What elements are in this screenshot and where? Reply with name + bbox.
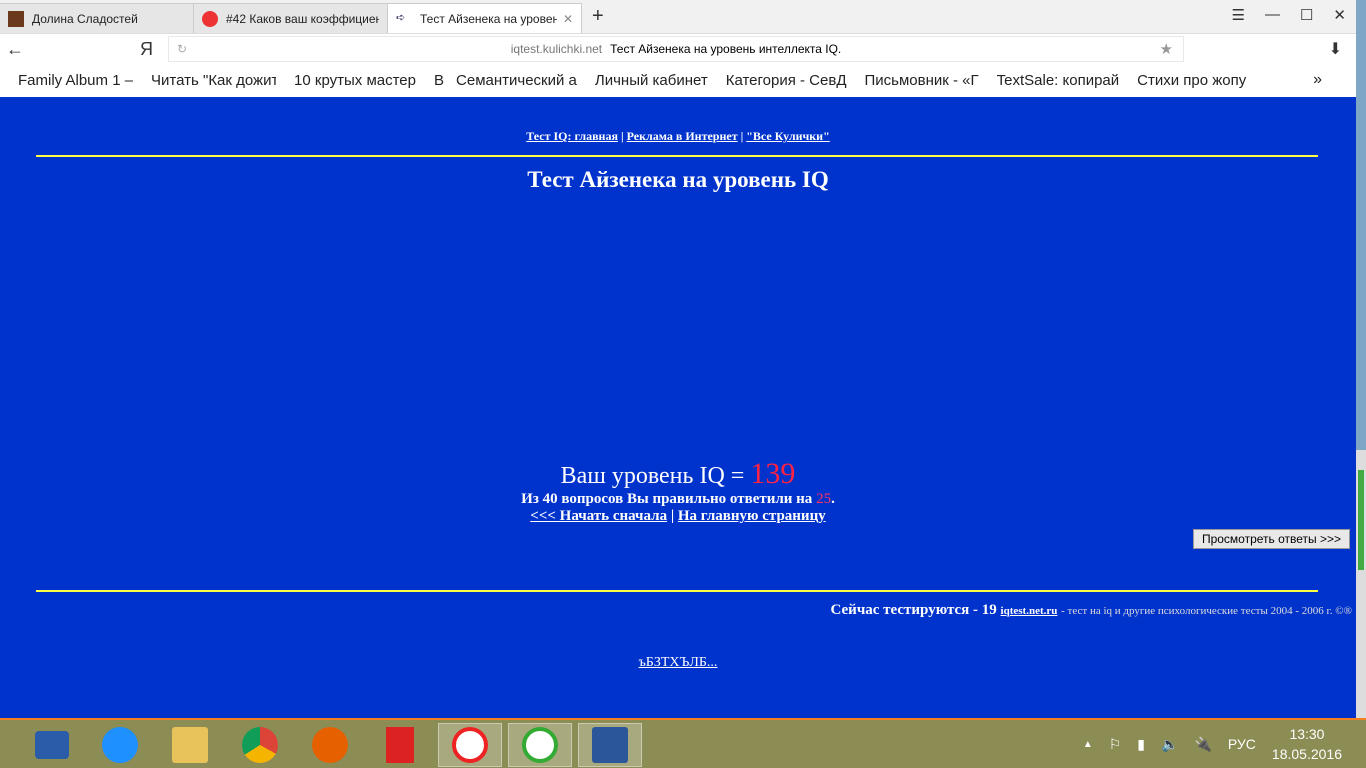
url-title: Тест Айзенека на уровень интеллекта IQ. [610,42,842,56]
time: 13:30 [1289,726,1325,742]
separator: | [740,129,744,143]
score-value: 25 [816,491,832,507]
tab-title: #42 Каков ваш коэффициент [226,11,379,26]
more-bookmarks-icon[interactable]: » [1313,71,1322,89]
iq-label: Ваш уровень IQ = [560,463,745,489]
taskbar-ie[interactable] [88,723,152,767]
kaspersky-icon [386,727,414,763]
more-block: ъБЗТХЪЛБ... [0,655,1356,671]
page-content: Тест IQ: главная | Реклама в Интернет | … [0,97,1356,718]
result-block: Ваш уровень IQ = 139 Из 40 вопросов Вы п… [0,457,1356,525]
folder-icon [172,727,208,763]
favicon-icon [8,10,24,27]
bookmark[interactable]: 10 крутых мастер [294,72,416,89]
divider [36,155,1318,157]
show-hidden-icons[interactable]: ▲ [1083,739,1093,750]
taskbar-kaspersky[interactable] [368,723,432,767]
iq-result: Ваш уровень IQ = 139 [0,457,1356,491]
bookmark[interactable]: Семантический а [456,72,577,89]
tab[interactable]: Долина Сладостей [0,3,194,33]
iq-value: 139 [750,457,796,490]
word-icon [592,727,628,763]
browser-window: Долина Сладостей #42 Каков ваш коэффицие… [0,0,1356,718]
divider [36,590,1318,592]
taskbar: ▲ ⚐ ▮ 🔈 🔌 РУС 13:30 18.05.2016 [0,718,1366,768]
link-ads[interactable]: Реклама в Интернет [627,129,738,143]
close-tab-icon[interactable]: ✕ [563,12,573,26]
system-tray: ▲ ⚐ ▮ 🔈 🔌 РУС 13:30 18.05.2016 [1083,720,1366,768]
bookmark[interactable]: Читать "Как дожить [151,72,276,89]
bookmark[interactable]: Письмовник - «Г [865,72,979,89]
url-domain: iqtest.kulichki.net [510,42,603,56]
chat-icon [35,731,69,759]
bookmark-star-icon[interactable]: ★ [1160,40,1173,58]
minimize-icon[interactable]: — [1265,6,1280,24]
scrollbar-thumb[interactable] [1358,470,1364,570]
maximize-icon[interactable]: ☐ [1300,6,1313,24]
footer: Сейчас тестируются - 19 iqtest.net.ru - … [831,602,1353,619]
tab[interactable]: #42 Каков ваш коэффициент [193,3,388,33]
link-all-kulichki[interactable]: "Все Кулички" [746,129,829,143]
yandex-button[interactable]: Я [140,39,153,60]
taskbar-explorer[interactable] [158,723,222,767]
taskbar-yandex[interactable] [438,723,502,767]
testing-now: Сейчас тестируются - 19 [830,602,997,618]
language-indicator[interactable]: РУС [1228,736,1256,752]
address-bar[interactable]: ↻ iqtest.kulichki.net Тест Айзенека на у… [168,36,1184,62]
taskbar-messaging[interactable] [20,723,84,767]
menu-icon[interactable]: ☰ [1232,6,1245,24]
scrollbar[interactable] [1356,450,1366,718]
window-controls: ☰ — ☐ ✕ [1232,6,1346,24]
taskbar-firefox[interactable] [298,723,362,767]
date: 18.05.2016 [1271,746,1342,762]
bookmark[interactable]: Категория - СевД [726,72,847,89]
arrow-favicon-icon: ➪ [396,11,406,24]
link-iq-home[interactable]: Тест IQ: главная [526,129,618,143]
home-link[interactable]: На главную страницу [678,508,826,524]
bookmark[interactable]: Стихи про жопу [1137,72,1246,89]
tab-active[interactable]: ➪ Тест Айзенека на уровень IQ ✕ [387,3,582,33]
separator: | [670,508,675,524]
tab-title: Тест Айзенека на уровень IQ [420,11,557,26]
bookmark[interactable]: TextSale: копирай [997,72,1120,89]
score-line: Из 40 вопросов Вы правильно ответили на … [0,491,1356,508]
more-link[interactable]: ъБЗТХЪЛБ... [639,655,718,670]
flag-icon[interactable]: ⚐ [1109,736,1122,753]
favicon-icon [202,10,218,27]
restart-link[interactable]: <<< Начать сначала [530,508,667,524]
network-icon[interactable]: ▮ [1137,736,1145,753]
footer-site-link[interactable]: iqtest.net.ru [1001,605,1058,617]
result-links: <<< Начать сначала | На главную страницу [0,508,1356,525]
ie-icon [102,727,138,763]
chart-app-icon [522,727,558,763]
taskbar-chrome[interactable] [228,723,292,767]
bookmarks-bar: Family Album 1 – Читать "Как дожить 10 к… [0,64,1356,96]
address-bar-row: ← Я ↻ iqtest.kulichki.net Тест Айзенека … [0,34,1356,64]
close-icon[interactable]: ✕ [1333,6,1346,24]
firefox-icon [312,727,348,763]
download-icon[interactable]: ⬇ [1329,39,1342,59]
footer-text: - тест на iq и другие психологические те… [1061,605,1352,617]
bookmark[interactable]: В [434,72,444,89]
reload-icon[interactable]: ↻ [177,42,187,56]
taskbar-app[interactable] [508,723,572,767]
tab-strip: Долина Сладостей #42 Каков ваш коэффицие… [0,0,1356,34]
clock[interactable]: 13:30 18.05.2016 [1272,724,1342,764]
score-end: . [831,491,835,507]
volume-icon[interactable]: 🔈 [1161,736,1178,753]
tab-title: Долина Сладостей [32,11,138,26]
separator: | [620,129,624,143]
page-title: Тест Айзенека на уровень IQ [527,167,829,192]
top-nav: Тест IQ: главная | Реклама в Интернет | … [0,129,1356,144]
yandex-icon [452,727,488,763]
bookmark[interactable]: Личный кабинет [595,72,708,89]
chrome-icon [242,727,278,763]
new-tab-button[interactable]: + [582,5,614,28]
bookmark[interactable]: Family Album 1 – [18,72,133,89]
view-answers-button[interactable]: Просмотреть ответы >>> [1192,529,1350,549]
battery-icon[interactable]: 🔌 [1194,736,1211,753]
taskbar-word[interactable] [578,723,642,767]
score-label: Из 40 вопросов Вы правильно ответили на [521,491,813,507]
back-button[interactable]: ← [0,39,30,60]
